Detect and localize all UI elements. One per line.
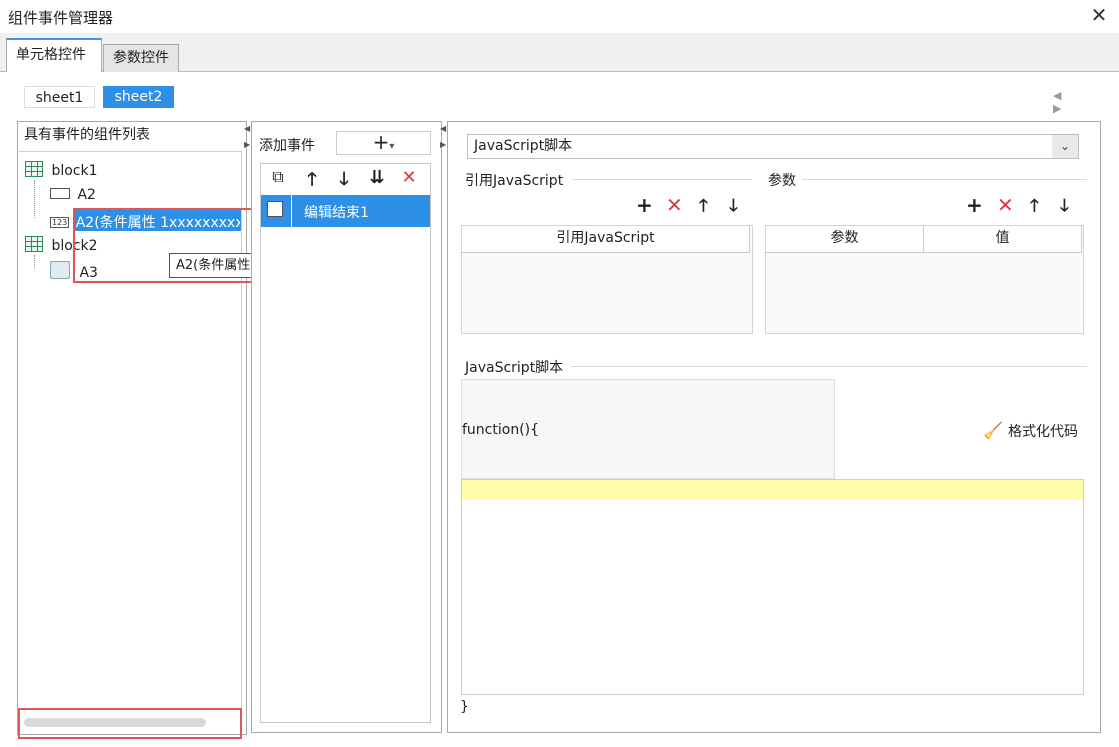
delete-icon[interactable]: ✕ xyxy=(398,167,420,188)
script-group-title: JavaScript脚本 xyxy=(465,360,564,376)
add-event-label: 添加事件 xyxy=(259,138,315,154)
group-divider xyxy=(572,179,752,180)
tab-param-widgets[interactable]: 参数控件 xyxy=(103,44,179,72)
plus-icon: + xyxy=(372,130,390,154)
collapse-left-icon[interactable]: ◀ xyxy=(244,124,250,133)
tree-connector xyxy=(34,255,36,269)
collapse-middle-icon[interactable]: ◀ xyxy=(440,124,446,133)
group-divider xyxy=(571,366,1087,367)
caret-down-icon: ▾ xyxy=(389,141,395,152)
move-to-bottom-icon[interactable]: ⇊ xyxy=(366,167,388,188)
up-ref-js-icon[interactable]: 🡑 xyxy=(699,193,708,222)
square-icon xyxy=(50,261,70,279)
format-code-button[interactable]: 格式化代码 xyxy=(1008,421,1078,441)
param-value-column-header[interactable]: 值 xyxy=(924,226,1082,253)
event-type-select[interactable]: JavaScript脚本 xyxy=(467,134,1079,159)
tree-connector xyxy=(34,180,36,218)
sheet-nav-arrows[interactable]: ◀ ▶ xyxy=(1053,89,1119,115)
close-icon[interactable]: ✕ xyxy=(1086,3,1112,27)
title-bar xyxy=(0,0,1119,33)
event-row-divider xyxy=(291,195,292,227)
ref-js-column-header[interactable]: 引用JavaScript xyxy=(462,226,750,253)
arrow-up-icon[interactable]: 🡑 xyxy=(301,167,323,197)
delete-ref-js-icon[interactable]: ✕ xyxy=(666,193,683,217)
down-param-icon[interactable]: 🡓 xyxy=(1060,193,1069,222)
chevron-down-icon[interactable]: ⌄ xyxy=(1052,135,1078,158)
event-label: 编辑结束1 xyxy=(304,205,369,221)
tab-cell-widgets[interactable]: 单元格控件 xyxy=(6,38,102,72)
add-ref-js-icon[interactable]: + xyxy=(636,193,653,217)
rect-icon xyxy=(50,188,70,199)
component-list-header: 具有事件的组件列表 xyxy=(24,127,150,143)
highlight-box-scrollbar xyxy=(18,708,242,739)
add-param-icon[interactable]: + xyxy=(966,193,983,217)
tree-item-label: block1 xyxy=(51,163,98,179)
tree-item-label: A2 xyxy=(77,187,96,203)
copy-icon[interactable]: ⧉ xyxy=(267,167,289,187)
code-editor[interactable] xyxy=(461,479,1084,695)
broom-icon[interactable]: 🧹 xyxy=(983,421,1003,440)
sheet-tab-sheet1[interactable]: sheet1 xyxy=(24,86,95,108)
param-name-column-header[interactable]: 参数 xyxy=(766,226,924,253)
tree-item-block1[interactable]: block1 xyxy=(25,161,98,179)
ref-js-group-title: 引用JavaScript xyxy=(465,173,564,189)
event-list xyxy=(260,163,431,723)
group-divider xyxy=(802,179,1087,180)
event-icon xyxy=(267,201,283,217)
grid-icon xyxy=(25,236,43,252)
function-open-text: function(){ xyxy=(462,422,540,438)
expand-right-icon[interactable]: ▶ xyxy=(244,140,250,149)
tree-item-a2[interactable]: A2 xyxy=(50,187,96,203)
sheet-tab-sheet2[interactable]: sheet2 xyxy=(103,86,174,108)
params-group-title: 参数 xyxy=(768,173,796,189)
window-title: 组件事件管理器 xyxy=(8,9,114,27)
arrow-down-icon[interactable]: 🡓 xyxy=(333,167,355,197)
down-ref-js-icon[interactable]: 🡓 xyxy=(729,193,738,222)
delete-param-icon[interactable]: ✕ xyxy=(997,193,1014,217)
up-param-icon[interactable]: 🡑 xyxy=(1030,193,1039,222)
number-icon: 123 xyxy=(50,217,70,228)
add-event-button[interactable]: +▾ xyxy=(336,131,431,155)
grid-icon xyxy=(25,161,43,177)
function-close-text: } xyxy=(460,699,469,715)
expand-middle-icon[interactable]: ▶ xyxy=(440,140,446,149)
code-editor-current-line xyxy=(462,480,1083,500)
